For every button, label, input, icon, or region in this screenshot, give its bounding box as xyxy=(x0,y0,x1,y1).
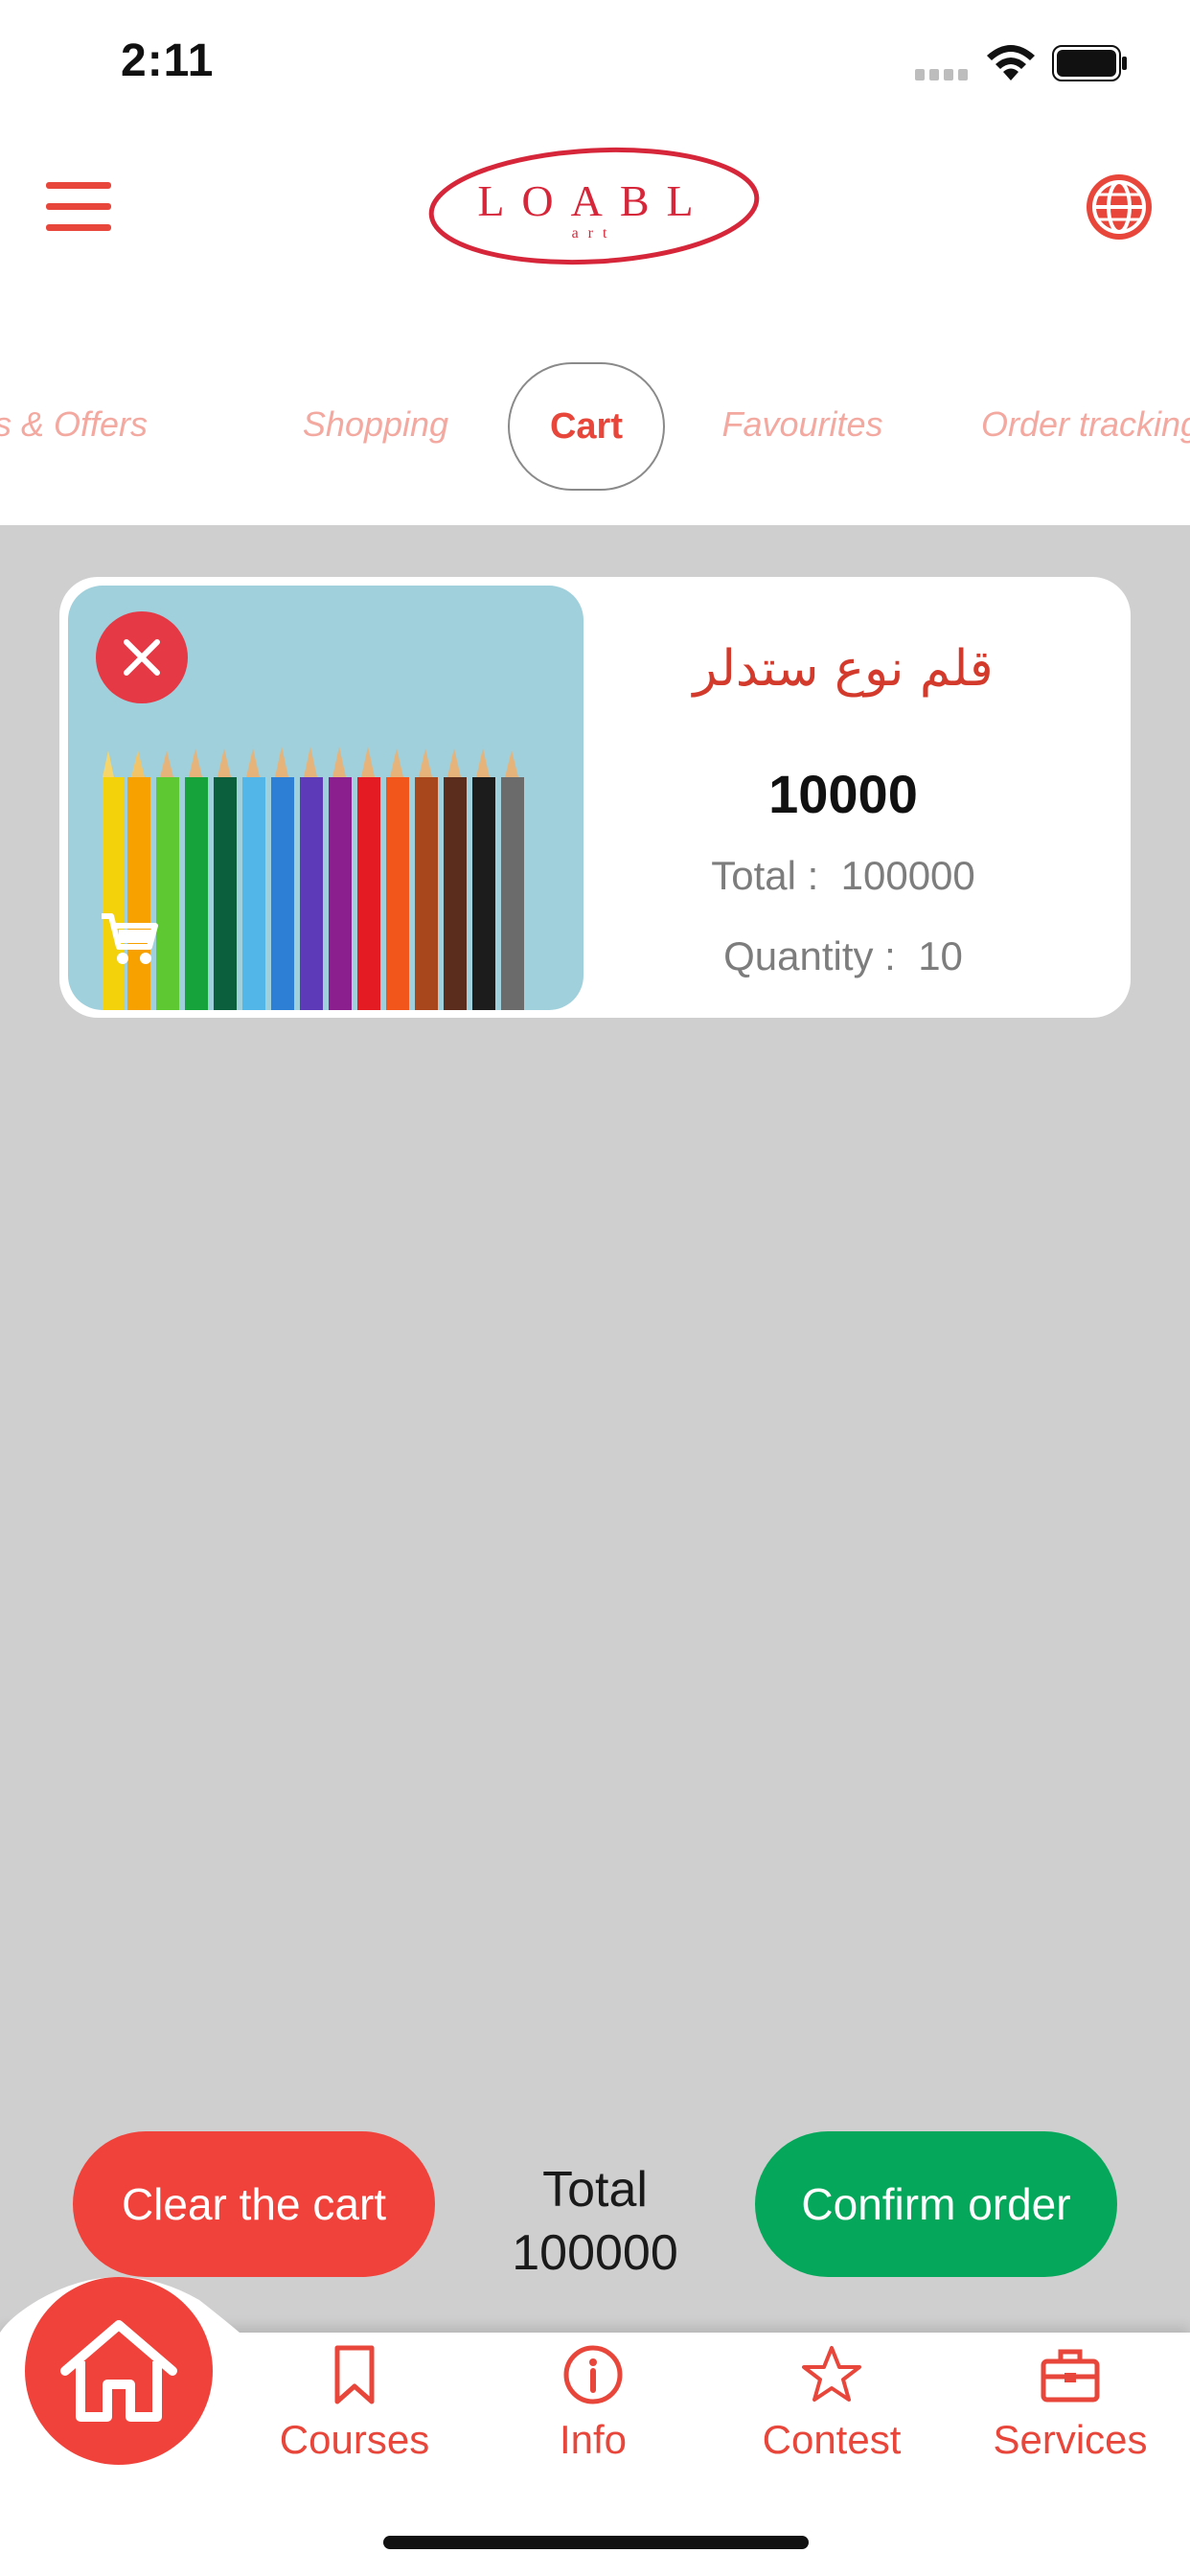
nav-info-label: Info xyxy=(559,2417,628,2462)
clear-cart-button[interactable]: Clear the cart xyxy=(73,2131,435,2277)
tab-shopping[interactable]: Shopping xyxy=(280,355,471,494)
item-total: Total : 100000 xyxy=(613,853,1073,899)
battery-icon xyxy=(1052,45,1127,81)
confirm-order-button[interactable]: Confirm order xyxy=(755,2131,1117,2277)
nav-contest-label: Contest xyxy=(762,2417,902,2462)
order-total-label: Total xyxy=(542,2162,648,2218)
tab-cart[interactable]: Cart xyxy=(508,362,665,491)
tab-order-tracking[interactable]: Order tracking xyxy=(981,355,1190,494)
nav-services[interactable]: Services xyxy=(974,2344,1166,2469)
home-icon xyxy=(60,2320,177,2422)
logo-subtext: art xyxy=(572,225,617,242)
status-time: 2:11 xyxy=(121,35,215,86)
nav-contest[interactable]: Contest xyxy=(736,2344,927,2469)
star-icon xyxy=(802,2346,861,2402)
menu-button[interactable] xyxy=(46,182,115,232)
tab-favourites[interactable]: Favourites xyxy=(704,355,901,494)
nav-courses[interactable]: Courses xyxy=(259,2344,450,2469)
item-quantity: Quantity : 10 xyxy=(613,933,1073,979)
nav-courses-label: Courses xyxy=(279,2417,430,2462)
nav-services-label: Services xyxy=(993,2417,1148,2462)
item-quantity-label: Quantity : xyxy=(723,933,896,978)
toolbox-icon xyxy=(1041,2349,1100,2403)
loabl-logo: LOABL art xyxy=(428,147,760,265)
item-price: 10000 xyxy=(768,764,918,824)
close-icon xyxy=(124,639,160,676)
cart-icon xyxy=(102,913,158,964)
item-quantity-value: 10 xyxy=(918,933,963,978)
globe-icon[interactable] xyxy=(1083,171,1156,243)
home-indicator xyxy=(383,2536,809,2549)
item-total-value: 100000 xyxy=(840,853,975,898)
wifi-icon xyxy=(987,45,1035,80)
bookmark-icon xyxy=(334,2345,375,2404)
item-total-label: Total : xyxy=(711,853,819,898)
signal-icon xyxy=(915,69,969,80)
tab-news-offers[interactable]: News & Offers xyxy=(0,355,199,494)
nav-info[interactable]: Info xyxy=(497,2344,689,2469)
home-button[interactable] xyxy=(25,2277,213,2465)
logo-text: LOABL xyxy=(477,176,710,225)
order-total-value: 100000 xyxy=(512,2225,678,2281)
item-name: قلم نوع ستدلر xyxy=(693,640,994,698)
order-total: Total 100000 xyxy=(479,2158,711,2285)
remove-item-button[interactable] xyxy=(96,611,188,703)
info-icon xyxy=(563,2345,623,2404)
